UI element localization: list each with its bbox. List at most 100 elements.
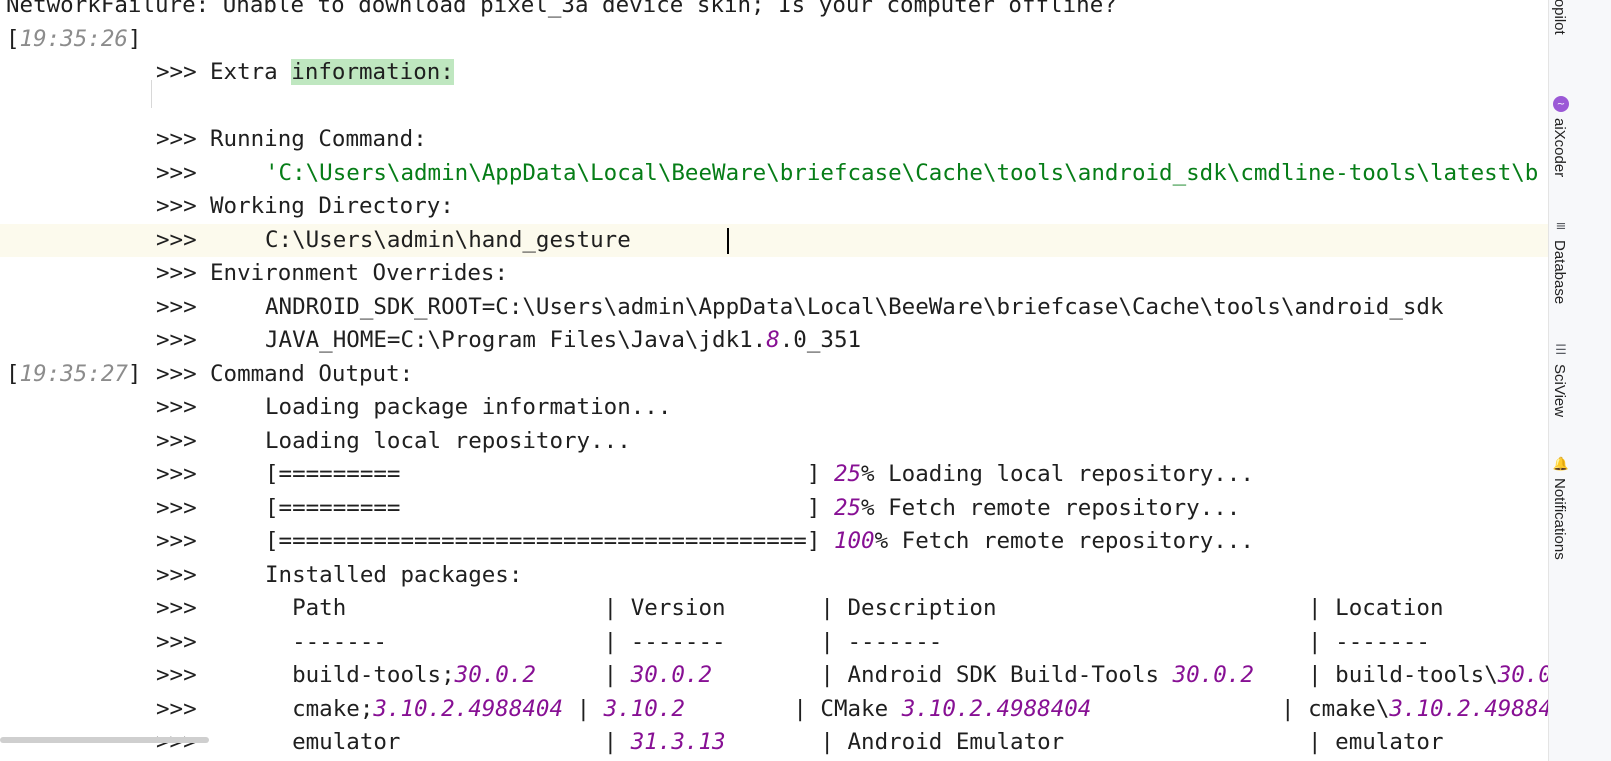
line-prefix: >>> xyxy=(156,528,197,554)
text-segment: Command Output: xyxy=(210,360,414,387)
number-literal: 8 xyxy=(766,327,780,353)
text-segment: C:\Users\admin\hand_gesture xyxy=(265,226,631,253)
line-content: ANDROID_SDK_ROOT=C:\Users\admin\AppData\… xyxy=(265,291,1444,325)
line-prefix: >>> xyxy=(156,427,197,454)
console-line: >>> Extra information: xyxy=(0,56,1548,90)
text-segment: | xyxy=(535,662,631,688)
console-line: [19:35:26] xyxy=(0,23,1548,57)
line-content: NetworkFailure: Unable to download pixel… xyxy=(6,0,1117,23)
console-output[interactable]: NetworkFailure: Unable to download pixel… xyxy=(0,0,1548,761)
number-literal: 3.10.2.4988404 xyxy=(373,695,564,722)
line-prefix: >>> xyxy=(156,695,197,722)
line-content: Installed packages: xyxy=(265,559,522,593)
tool-window-label: aiXcoder xyxy=(1551,118,1568,178)
number-literal: 25 xyxy=(833,494,862,521)
text-segment: ANDROID_SDK_ROOT=C:\Users\admin\AppData\… xyxy=(265,293,1444,320)
line-content: [========= ] 25% Fetch remote repository… xyxy=(265,492,1240,526)
line-content: 'C:\Users\admin\AppData\Local\BeeWare\br… xyxy=(265,157,1538,191)
line-content: Path | Version | Description | Location xyxy=(265,592,1444,626)
text-segment: [========= ] xyxy=(265,494,834,521)
text-segment: [=======================================… xyxy=(265,528,834,554)
number-literal: 25 xyxy=(833,461,862,487)
number-literal: 3.10.2.4988404 xyxy=(1389,695,1548,722)
number-literal: 30.0.2 xyxy=(1172,662,1254,688)
line-content: build-tools;30.0.2 | 30.0.2 | Android SD… xyxy=(265,659,1548,693)
line-prefix: >>> xyxy=(156,360,197,387)
line-prefix: >>> xyxy=(156,561,197,588)
line-content: Working Directory: xyxy=(210,190,454,224)
line-content: Command Output: xyxy=(210,358,413,392)
number-literal: 31.3.13 xyxy=(630,729,726,755)
line-prefix: >>> xyxy=(156,126,197,152)
console-line: >>> Installed packages: xyxy=(0,559,1548,593)
text-segment: Environment Overrides: xyxy=(210,260,509,286)
database-icon: ≡ xyxy=(1555,218,1567,234)
line-prefix: >>> xyxy=(156,461,197,487)
bell-icon: 🔔 xyxy=(1552,456,1570,472)
console-line: >>> Loading package information... xyxy=(0,391,1548,425)
text-segment: | build-tools\ xyxy=(1253,662,1498,688)
line-content: emulator | 31.3.13 | Android Emulator | … xyxy=(265,726,1443,760)
line-prefix: >>> xyxy=(156,159,197,186)
console-line: >>> emulator | 31.3.13 | Android Emulato… xyxy=(0,726,1548,760)
console-line: >>> Path | Version | Description | Locat… xyxy=(0,592,1548,626)
text-segment: [========= ] xyxy=(265,461,834,487)
console-line: >>> JAVA_HOME=C:\Program Files\Java\jdk1.… xyxy=(0,324,1548,358)
tool-window-label: Notifications xyxy=(1551,478,1568,560)
console-line: >>> [========= ] 25% Loading local reposi… xyxy=(0,458,1548,492)
text-segment: | CMake xyxy=(684,695,902,722)
tool-window-label: Copilot xyxy=(1551,0,1568,35)
line-content: Environment Overrides: xyxy=(210,257,508,291)
console-line: >>> [====================================… xyxy=(0,525,1548,559)
line-prefix: >>> xyxy=(156,293,197,320)
line-content: Loading local repository... xyxy=(265,425,631,459)
line-prefix: >>> xyxy=(156,595,197,621)
console-line: >>> Loading local repository... xyxy=(0,425,1548,459)
number-literal: 30.0.2 xyxy=(1497,662,1548,688)
text-segment: Working Directory: xyxy=(210,193,454,219)
number-literal: 30.0.2 xyxy=(630,662,713,688)
text-segment: Loading package information... xyxy=(265,394,672,420)
text-segment: NetworkFailure: Unable to download pixel… xyxy=(6,0,1117,18)
line-prefix: >>> xyxy=(156,59,197,85)
number-literal: 3.10.2 xyxy=(603,695,685,722)
text-segment: | xyxy=(563,695,604,722)
console-line: >>> ANDROID_SDK_ROOT=C:\Users\admin\AppDa… xyxy=(0,291,1548,325)
line-content: Extra information: xyxy=(210,56,454,90)
console-line: >>> build-tools;30.0.2 | 30.0.2 | Androi… xyxy=(0,659,1548,693)
text-segment: Extra xyxy=(210,59,292,85)
string-literal: 'C:\Users\admin\AppData\Local\BeeWare\br… xyxy=(265,159,1539,186)
line-content: Running Command: xyxy=(210,123,427,157)
line-prefix: >>> xyxy=(156,494,197,521)
search-highlight: information: xyxy=(291,59,454,85)
text-segment: % Fetch remote repository... xyxy=(861,494,1241,521)
sciview-icon: ☰ xyxy=(1555,342,1567,358)
line-content: Loading package information... xyxy=(265,391,671,425)
text-caret xyxy=(727,227,729,254)
text-segment: Path | Version | Description | Location xyxy=(265,595,1444,621)
tool-window-label: Database xyxy=(1551,240,1568,305)
timestamp-value: 19:35:27 xyxy=(19,360,128,387)
timestamp: [19:35:27] xyxy=(6,360,142,387)
line-prefix: >>> xyxy=(156,628,197,655)
line-prefix: >>> xyxy=(156,226,197,253)
text-segment: Running Command: xyxy=(210,126,427,152)
tool-window-label: SciView xyxy=(1551,364,1568,418)
console-line: >>> Running Command: xyxy=(0,123,1548,157)
horizontal-scrollbar[interactable] xyxy=(0,737,209,743)
text-segment: ------- | ------- | ------- | ------- xyxy=(265,628,1430,655)
number-literal: 30.0.2 xyxy=(454,662,536,688)
text-segment: cmake; xyxy=(265,695,374,722)
line-prefix: >>> xyxy=(156,394,197,420)
text-segment: | Android SDK Build-Tools xyxy=(712,662,1173,688)
line-content: [========= ] 25% Loading local repositor… xyxy=(265,458,1254,492)
text-segment: % Loading local repository... xyxy=(861,461,1254,487)
aixcoder-icon: ~ xyxy=(1553,96,1569,112)
number-literal: 3.10.2.4988404 xyxy=(901,695,1092,722)
line-prefix: >>> xyxy=(156,327,197,353)
console-line: NetworkFailure: Unable to download pixel… xyxy=(0,0,1548,23)
line-prefix: >>> xyxy=(156,260,197,286)
text-segment: .0_351 xyxy=(779,327,862,353)
line-content: C:\Users\admin\hand_gesture xyxy=(265,224,631,258)
